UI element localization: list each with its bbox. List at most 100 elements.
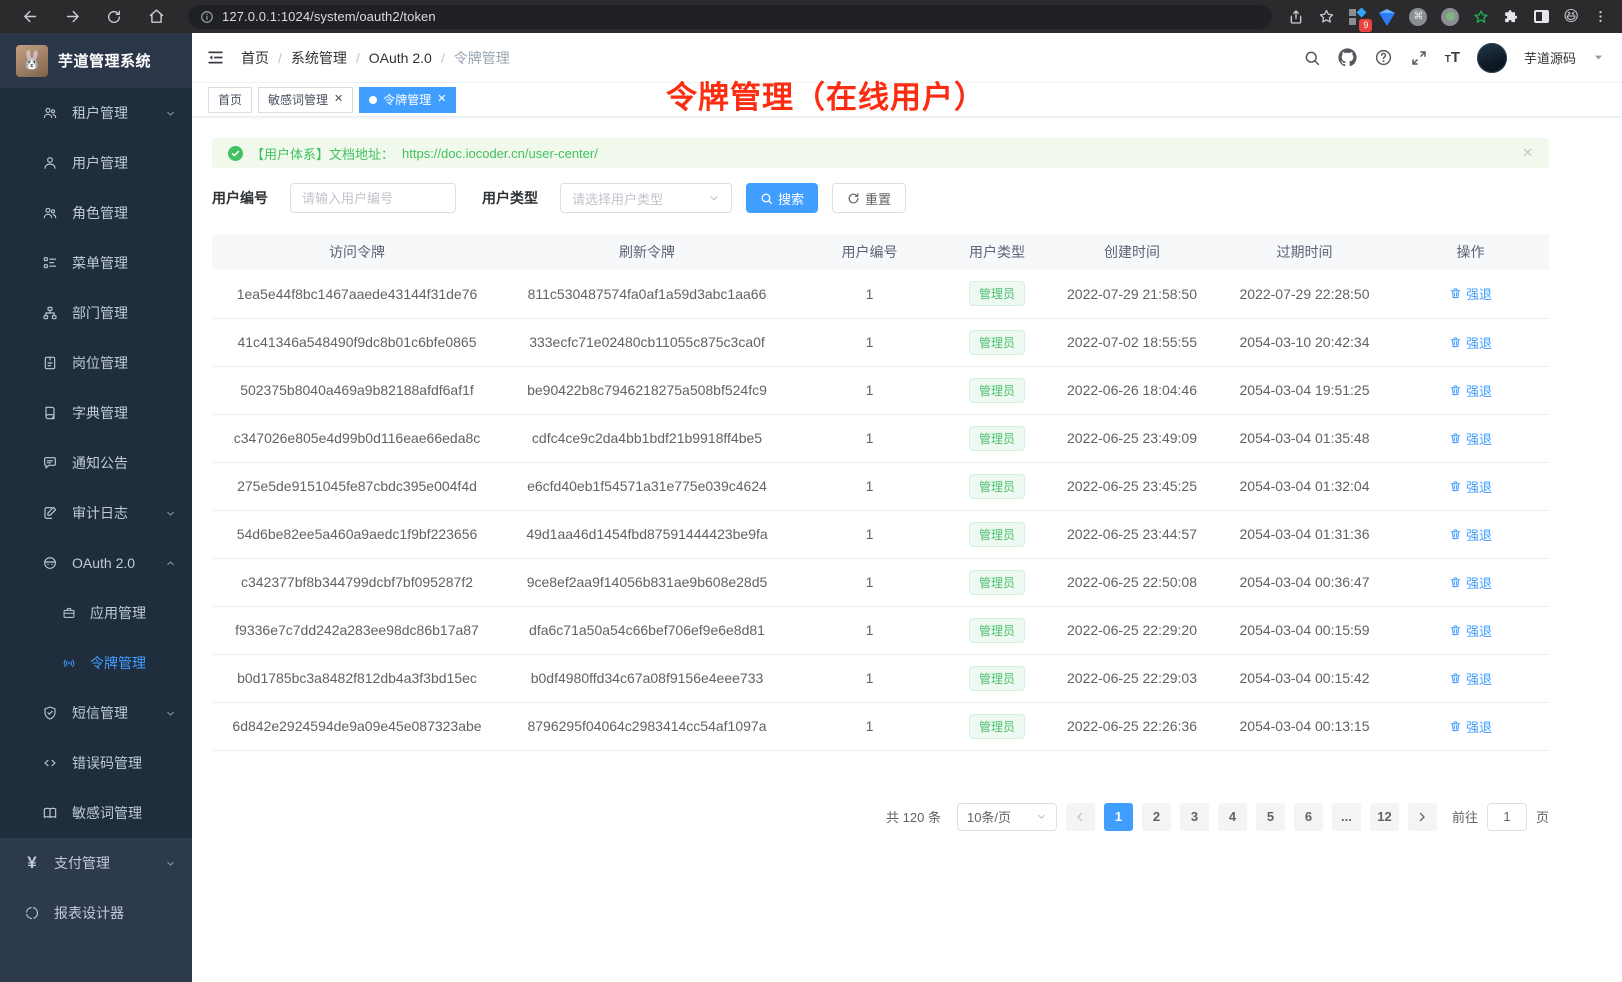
sidebar-item-审计日志[interactable]: 审计日志 xyxy=(0,488,192,538)
user-id-input[interactable] xyxy=(290,183,456,213)
force-logout-button[interactable]: 强退 xyxy=(1449,284,1492,303)
close-icon[interactable]: ✕ xyxy=(437,94,446,105)
trash-icon xyxy=(1449,528,1462,541)
extension-record-icon[interactable] xyxy=(1441,8,1459,26)
org-icon xyxy=(42,305,58,321)
action-cell: 强退 xyxy=(1392,318,1549,366)
created-cell: 2022-06-25 22:29:20 xyxy=(1047,606,1217,654)
force-logout-button[interactable]: 强退 xyxy=(1449,477,1492,496)
sidebar-item-OAuth 2.0[interactable]: OAuth 2.0 xyxy=(0,538,192,588)
sidebar-item-字典管理[interactable]: 字典管理 xyxy=(0,388,192,438)
sidebar-item-label: 应用管理 xyxy=(90,603,146,623)
force-logout-button[interactable]: 强退 xyxy=(1449,717,1492,736)
fullscreen-icon[interactable] xyxy=(1410,49,1428,67)
sidebar-item-岗位管理[interactable]: 岗位管理 xyxy=(0,338,192,388)
tab-令牌管理[interactable]: 令牌管理✕ xyxy=(359,87,456,113)
font-size-icon[interactable]: TT xyxy=(1445,49,1460,66)
force-logout-button[interactable]: 强退 xyxy=(1449,573,1492,592)
sidebar-item-部门管理[interactable]: 部门管理 xyxy=(0,288,192,338)
extension-grid-icon[interactable]: 9 xyxy=(1349,9,1365,25)
help-icon[interactable] xyxy=(1374,48,1393,67)
sidebar-item-通知公告[interactable]: 通知公告 xyxy=(0,438,192,488)
profile-avatar-icon[interactable]: 😆 xyxy=(1563,9,1579,24)
force-logout-button[interactable]: 强退 xyxy=(1449,525,1492,544)
browser-forward-button[interactable] xyxy=(52,3,92,31)
breadcrumb: 首页/系统管理/OAuth 2.0/令牌管理 xyxy=(241,48,510,68)
sidebar-item-租户管理[interactable]: 租户管理 xyxy=(0,88,192,138)
sidebar-item-短信管理[interactable]: 短信管理 xyxy=(0,688,192,738)
sidebar-item-敏感词管理[interactable]: 敏感词管理 xyxy=(0,788,192,838)
annotation-overlay-text: 令牌管理（在线用户） xyxy=(666,72,986,117)
access-token-cell: b0d1785bc3a8482f812db4a3f3bd15ec xyxy=(212,654,502,702)
user-id-cell: 1 xyxy=(792,318,947,366)
breadcrumb-item[interactable]: 系统管理 xyxy=(291,48,347,68)
sidebar-item-用户管理[interactable]: 用户管理 xyxy=(0,138,192,188)
force-logout-button[interactable]: 强退 xyxy=(1449,669,1492,688)
sidebar-item-错误码管理[interactable]: 错误码管理 xyxy=(0,738,192,788)
browser-back-button[interactable] xyxy=(10,3,50,31)
page-button-3[interactable]: 3 xyxy=(1180,803,1209,831)
force-logout-button[interactable]: 强退 xyxy=(1449,333,1492,352)
sidebar-item-菜单管理[interactable]: 菜单管理 xyxy=(0,238,192,288)
bookmark-star-icon[interactable] xyxy=(1318,8,1335,25)
column-header: 访问令牌 xyxy=(212,234,502,270)
user-type-select[interactable]: 请选择用户类型 xyxy=(560,183,732,213)
address-bar[interactable]: 127.0.0.1:1024/system/oauth2/token xyxy=(188,5,1272,29)
sidebar-item-角色管理[interactable]: 角色管理 xyxy=(0,188,192,238)
extensions-puzzle-icon[interactable] xyxy=(1503,8,1520,25)
next-page-button[interactable] xyxy=(1408,803,1437,831)
search-icon[interactable] xyxy=(1303,49,1321,67)
breadcrumb-item[interactable]: 首页 xyxy=(241,48,269,68)
users-icon xyxy=(42,105,58,121)
search-button[interactable]: 搜索 xyxy=(746,183,818,213)
pagination-total: 共 120 条 xyxy=(886,807,941,826)
close-icon[interactable]: ✕ xyxy=(334,94,343,105)
created-cell: 2022-06-25 22:26:36 xyxy=(1047,702,1217,750)
page-button-1[interactable]: 1 xyxy=(1104,803,1133,831)
page-button-2[interactable]: 2 xyxy=(1142,803,1171,831)
tab-敏感词管理[interactable]: 敏感词管理✕ xyxy=(258,87,353,113)
user-avatar[interactable] xyxy=(1477,43,1507,73)
page-button-12[interactable]: 12 xyxy=(1370,803,1399,831)
app-title: 芋道管理系统 xyxy=(58,50,151,71)
browser-menu-icon[interactable] xyxy=(1593,9,1608,24)
sidebar-item-支付管理[interactable]: ¥支付管理 xyxy=(0,838,192,888)
chevron-down-icon[interactable] xyxy=(1593,52,1604,63)
chevron-down-icon xyxy=(1036,811,1047,822)
table-row: 41c41346a548490f9dc8b01c6bfe0865333ecfc7… xyxy=(212,318,1549,366)
refresh-token-cell: 9ce8ef2aa9f14056b831ae9b608e28d5 xyxy=(502,558,792,606)
breadcrumb-item[interactable]: OAuth 2.0 xyxy=(369,50,432,66)
sidebar-item-应用管理[interactable]: 应用管理 xyxy=(0,588,192,638)
extension-star-icon[interactable] xyxy=(1473,9,1489,25)
expires-cell: 2022-07-29 22:28:50 xyxy=(1217,270,1392,318)
sidebar-item-令牌管理[interactable]: 令牌管理 xyxy=(0,638,192,688)
prev-page-button[interactable] xyxy=(1066,803,1095,831)
extension-command-icon[interactable]: ⌘ xyxy=(1409,8,1427,26)
share-icon[interactable] xyxy=(1288,9,1304,25)
collapse-sidebar-icon[interactable] xyxy=(206,48,225,67)
browser-reload-button[interactable] xyxy=(94,3,134,31)
goto-page-input[interactable] xyxy=(1487,803,1527,831)
page-size-select[interactable]: 10条/页 xyxy=(957,803,1057,831)
force-logout-button[interactable]: 强退 xyxy=(1449,621,1492,640)
force-logout-button[interactable]: 强退 xyxy=(1449,429,1492,448)
force-logout-button[interactable]: 强退 xyxy=(1449,381,1492,400)
page-button-4[interactable]: 4 xyxy=(1218,803,1247,831)
sidebar: 🐰 芋道管理系统 租户管理用户管理角色管理菜单管理部门管理岗位管理字典管理通知公… xyxy=(0,33,192,982)
alert-doc-link[interactable]: https://doc.iocoder.cn/user-center/ xyxy=(402,146,598,161)
chevron-down-icon xyxy=(165,708,176,719)
refresh-token-cell: cdfc4ce9c2da4bb1bdf21b9918ff4be5 xyxy=(502,414,792,462)
reset-button[interactable]: 重置 xyxy=(832,183,906,213)
alert-close-icon[interactable]: ✕ xyxy=(1522,145,1533,161)
side-panel-icon[interactable] xyxy=(1534,10,1549,23)
sidebar-item-报表设计器[interactable]: 报表设计器 xyxy=(0,888,192,938)
extension-gem-icon[interactable] xyxy=(1379,10,1395,23)
sidebar-item-label: 令牌管理 xyxy=(90,653,146,673)
github-icon[interactable] xyxy=(1338,48,1357,67)
browser-home-button[interactable] xyxy=(136,3,176,31)
page-button-5[interactable]: 5 xyxy=(1256,803,1285,831)
page-more-button[interactable]: ... xyxy=(1332,803,1361,831)
app-logo[interactable]: 🐰 芋道管理系统 xyxy=(0,33,192,88)
page-button-6[interactable]: 6 xyxy=(1294,803,1323,831)
tab-首页[interactable]: 首页 xyxy=(208,87,252,113)
